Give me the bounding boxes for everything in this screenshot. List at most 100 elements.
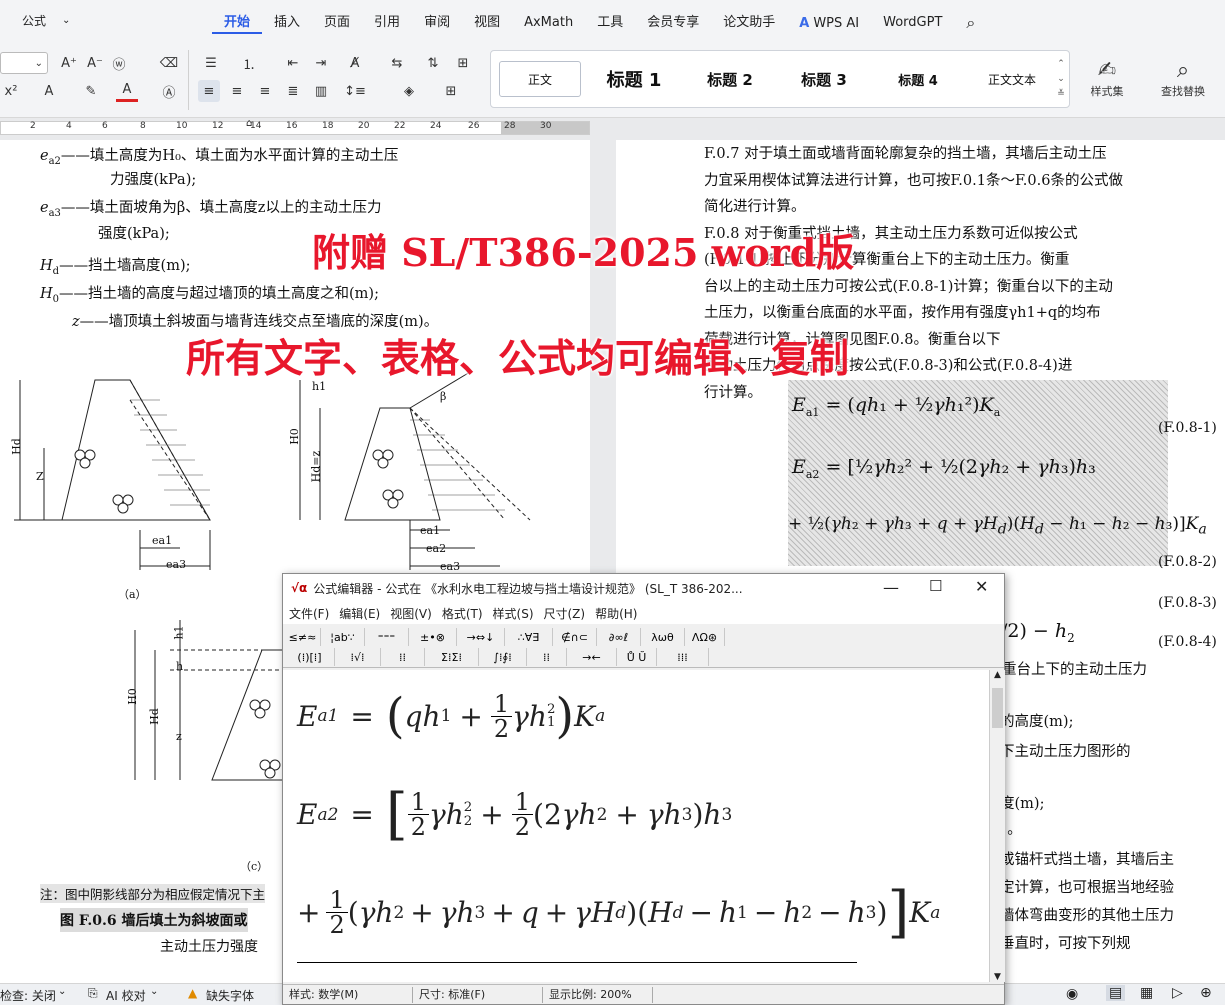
editor-scrollbar[interactable]: ▲ ▼ xyxy=(989,670,1005,982)
distributed-icon[interactable]: ▥ xyxy=(310,80,332,102)
fig-label-beta: β xyxy=(440,390,447,403)
page-view-icon[interactable]: ▤ xyxy=(1106,985,1126,1001)
editor-menu-help[interactable]: 帮助(H) xyxy=(595,605,637,622)
symbol-palette-button[interactable]: ∉∩⊂ xyxy=(553,628,597,646)
highlight-icon[interactable]: ✎ xyxy=(78,80,104,102)
symbol-palette-button[interactable]: ΛΩ⊛ xyxy=(685,628,725,646)
editor-canvas[interactable]: Ea1 =( qh 1 + 12 γh 2 1 ) Ka Ea2 =[ 12 γh 2 2 + … xyxy=(283,670,989,982)
scroll-down-icon[interactable]: ▼ xyxy=(990,972,1005,982)
scroll-thumb[interactable] xyxy=(992,688,1003,728)
web-view-icon[interactable]: ⊕ xyxy=(1200,985,1212,1001)
ruler[interactable]: ⌂ 2 4 6 8 10 12 14 16 18 20 22 24 26 28 30 xyxy=(0,118,1225,138)
eraser-icon[interactable]: ⌫ xyxy=(158,52,180,74)
align-left-icon[interactable]: ≡ xyxy=(198,80,220,102)
superscript-icon[interactable]: x² xyxy=(0,80,22,102)
style-normal[interactable]: 正文 xyxy=(499,61,581,97)
symbol-palette-button[interactable]: ≤≠≈ xyxy=(285,628,321,646)
tab-member[interactable]: 会员专享 xyxy=(635,14,711,34)
editor-status-style[interactable]: 样式: 数学(M) xyxy=(283,986,413,1003)
template-palette-button[interactable]: ⁞⁞ xyxy=(381,648,425,666)
close-icon[interactable]: ✕ xyxy=(975,577,988,596)
template-palette-button[interactable]: ∫⁞∮⁞ xyxy=(479,648,527,666)
shading-icon[interactable]: ◈ xyxy=(396,80,422,102)
numbering-icon[interactable]: ⒈ xyxy=(236,52,262,74)
editor-status-zoom[interactable]: 显示比例: 200% xyxy=(543,986,653,1003)
template-palette-button[interactable]: ⁞⁞ xyxy=(527,648,567,666)
symbol-palette-button[interactable]: ¦ab∵ xyxy=(321,628,365,646)
tab-paper-assistant[interactable]: 论文助手 xyxy=(711,14,787,34)
font-size-combo[interactable]: ⌄ xyxy=(0,52,48,74)
template-palette-button[interactable]: (⁞)[⁞] xyxy=(285,648,335,666)
tab-home[interactable]: 开始 xyxy=(212,14,263,34)
find-replace-button[interactable]: ⌕ 查找替换 xyxy=(1150,50,1216,106)
style-body-text[interactable]: 正文文本 xyxy=(969,61,1055,97)
font-color-icon[interactable]: A xyxy=(116,80,138,102)
sort-icon[interactable]: ⇅ xyxy=(422,52,444,74)
menu-bar: 公式 ⌄ 开始 插入 页面 引用 审阅 视图 AxMath 工具 会员专享 论文… xyxy=(0,0,1225,44)
style-heading3[interactable]: 标题 3 xyxy=(781,61,867,97)
decrease-indent-icon[interactable]: ⇤ xyxy=(282,52,304,74)
align-center-icon[interactable]: ≡ xyxy=(226,80,248,102)
template-palette-button[interactable]: Ů Ŭ xyxy=(617,648,657,666)
tab-axmath[interactable]: AxMath xyxy=(512,14,585,34)
eye-icon[interactable]: ◉ xyxy=(1066,986,1078,1002)
tab-wps-ai[interactable]: A WPS AI xyxy=(787,14,871,34)
scroll-up-icon[interactable]: ▲ xyxy=(990,670,1005,680)
borders-icon[interactable]: ⊞ xyxy=(438,80,464,102)
symbol-palette-button[interactable]: ⁼⁼⁼ xyxy=(365,628,409,646)
outline-view-icon[interactable]: ▦ xyxy=(1140,985,1153,1001)
symbol-palette-button[interactable]: ∴∀∃ xyxy=(505,628,553,646)
maximize-icon[interactable]: ☐ xyxy=(929,577,942,595)
editor-status-size[interactable]: 尺寸: 标准(F) xyxy=(413,986,543,1003)
style-heading1[interactable]: 标题 1 xyxy=(591,61,677,97)
minimize-icon[interactable]: — xyxy=(883,578,899,597)
editor-menu-format[interactable]: 格式(T) xyxy=(442,605,483,622)
tab-view[interactable]: 视图 xyxy=(462,14,512,34)
editor-menu-style[interactable]: 样式(S) xyxy=(493,605,534,622)
editor-menu-edit[interactable]: 编辑(E) xyxy=(339,605,380,622)
tab-review[interactable]: 审阅 xyxy=(412,14,462,34)
play-icon[interactable]: ▷ xyxy=(1172,985,1183,1001)
chinese-layout-icon[interactable]: A̸ xyxy=(342,52,368,74)
style-combo[interactable]: 公式 ⌄ xyxy=(0,8,76,32)
tab-tools[interactable]: 工具 xyxy=(585,14,635,34)
style-set-button[interactable]: ✍ 样式集 xyxy=(1080,50,1134,106)
tab-page[interactable]: 页面 xyxy=(312,14,362,34)
spell-check-status[interactable]: 检查: 关闭 xyxy=(0,987,56,1004)
align-right-icon[interactable]: ≡ xyxy=(254,80,276,102)
text-direction-icon[interactable]: ⇆ xyxy=(384,52,410,74)
char-border-icon[interactable]: Ⓐ xyxy=(158,80,180,102)
template-palette-button[interactable]: Σ⁞Σ⁞ xyxy=(425,648,479,666)
template-palette-button[interactable]: ⁞⁞⁞ xyxy=(657,648,709,666)
style-heading2[interactable]: 标题 2 xyxy=(687,61,773,97)
editor-menu-file[interactable]: 文件(F) xyxy=(289,605,329,622)
ai-check-label[interactable]: AI 校对 xyxy=(106,987,146,1004)
symbol-palette-button[interactable]: λωθ xyxy=(641,628,685,646)
symbol-palette-button[interactable]: ∂∞ℓ xyxy=(597,628,641,646)
show-marks-icon[interactable]: ⊞ xyxy=(452,52,474,74)
formula-selection-shade: Ea1 = (qh₁ + ½γh₁²)Ka Ea2 = [½γh₂² + ½(2… xyxy=(788,380,1207,566)
text-effect-icon[interactable]: A xyxy=(38,80,60,102)
symbol-palette-button[interactable]: →⇔↓ xyxy=(457,628,505,646)
tab-insert[interactable]: 插入 xyxy=(262,14,312,34)
line-spacing-icon[interactable]: ↕≡ xyxy=(342,80,368,102)
template-palette-button[interactable]: →← xyxy=(567,648,617,666)
gallery-scroll[interactable]: ⌃ ⌄ ≚ xyxy=(1055,57,1067,103)
symbol-palette-button[interactable]: ±•⊗ xyxy=(409,628,457,646)
missing-font-label[interactable]: 缺失字体 xyxy=(206,987,254,1004)
editor-titlebar[interactable]: √α 公式编辑器 - 公式在 《水利水电工程边坡与挡土墙设计规范》 (SL_T … xyxy=(283,574,1004,602)
bullets-icon[interactable]: ☰ xyxy=(198,52,224,74)
editor-menu-size[interactable]: 尺寸(Z) xyxy=(544,605,586,622)
style-heading4[interactable]: 标题 4 xyxy=(875,61,961,97)
justify-icon[interactable]: ≣ xyxy=(282,80,304,102)
font-special-icon[interactable]: ⓦ xyxy=(108,52,130,74)
shrink-font-icon[interactable]: A⁻ xyxy=(84,52,106,74)
paragraph-fragment: 定计算，也可根据当地经验 xyxy=(1000,880,1174,896)
search-icon[interactable]: ⌕ xyxy=(954,14,987,34)
grow-font-icon[interactable]: A⁺ xyxy=(58,52,80,74)
tab-references[interactable]: 引用 xyxy=(362,14,412,34)
increase-indent-icon[interactable]: ⇥ xyxy=(310,52,332,74)
editor-menu-view[interactable]: 视图(V) xyxy=(390,605,432,622)
tab-wordgpt[interactable]: WordGPT xyxy=(871,14,954,34)
template-palette-button[interactable]: ⁞√⁞ xyxy=(335,648,381,666)
